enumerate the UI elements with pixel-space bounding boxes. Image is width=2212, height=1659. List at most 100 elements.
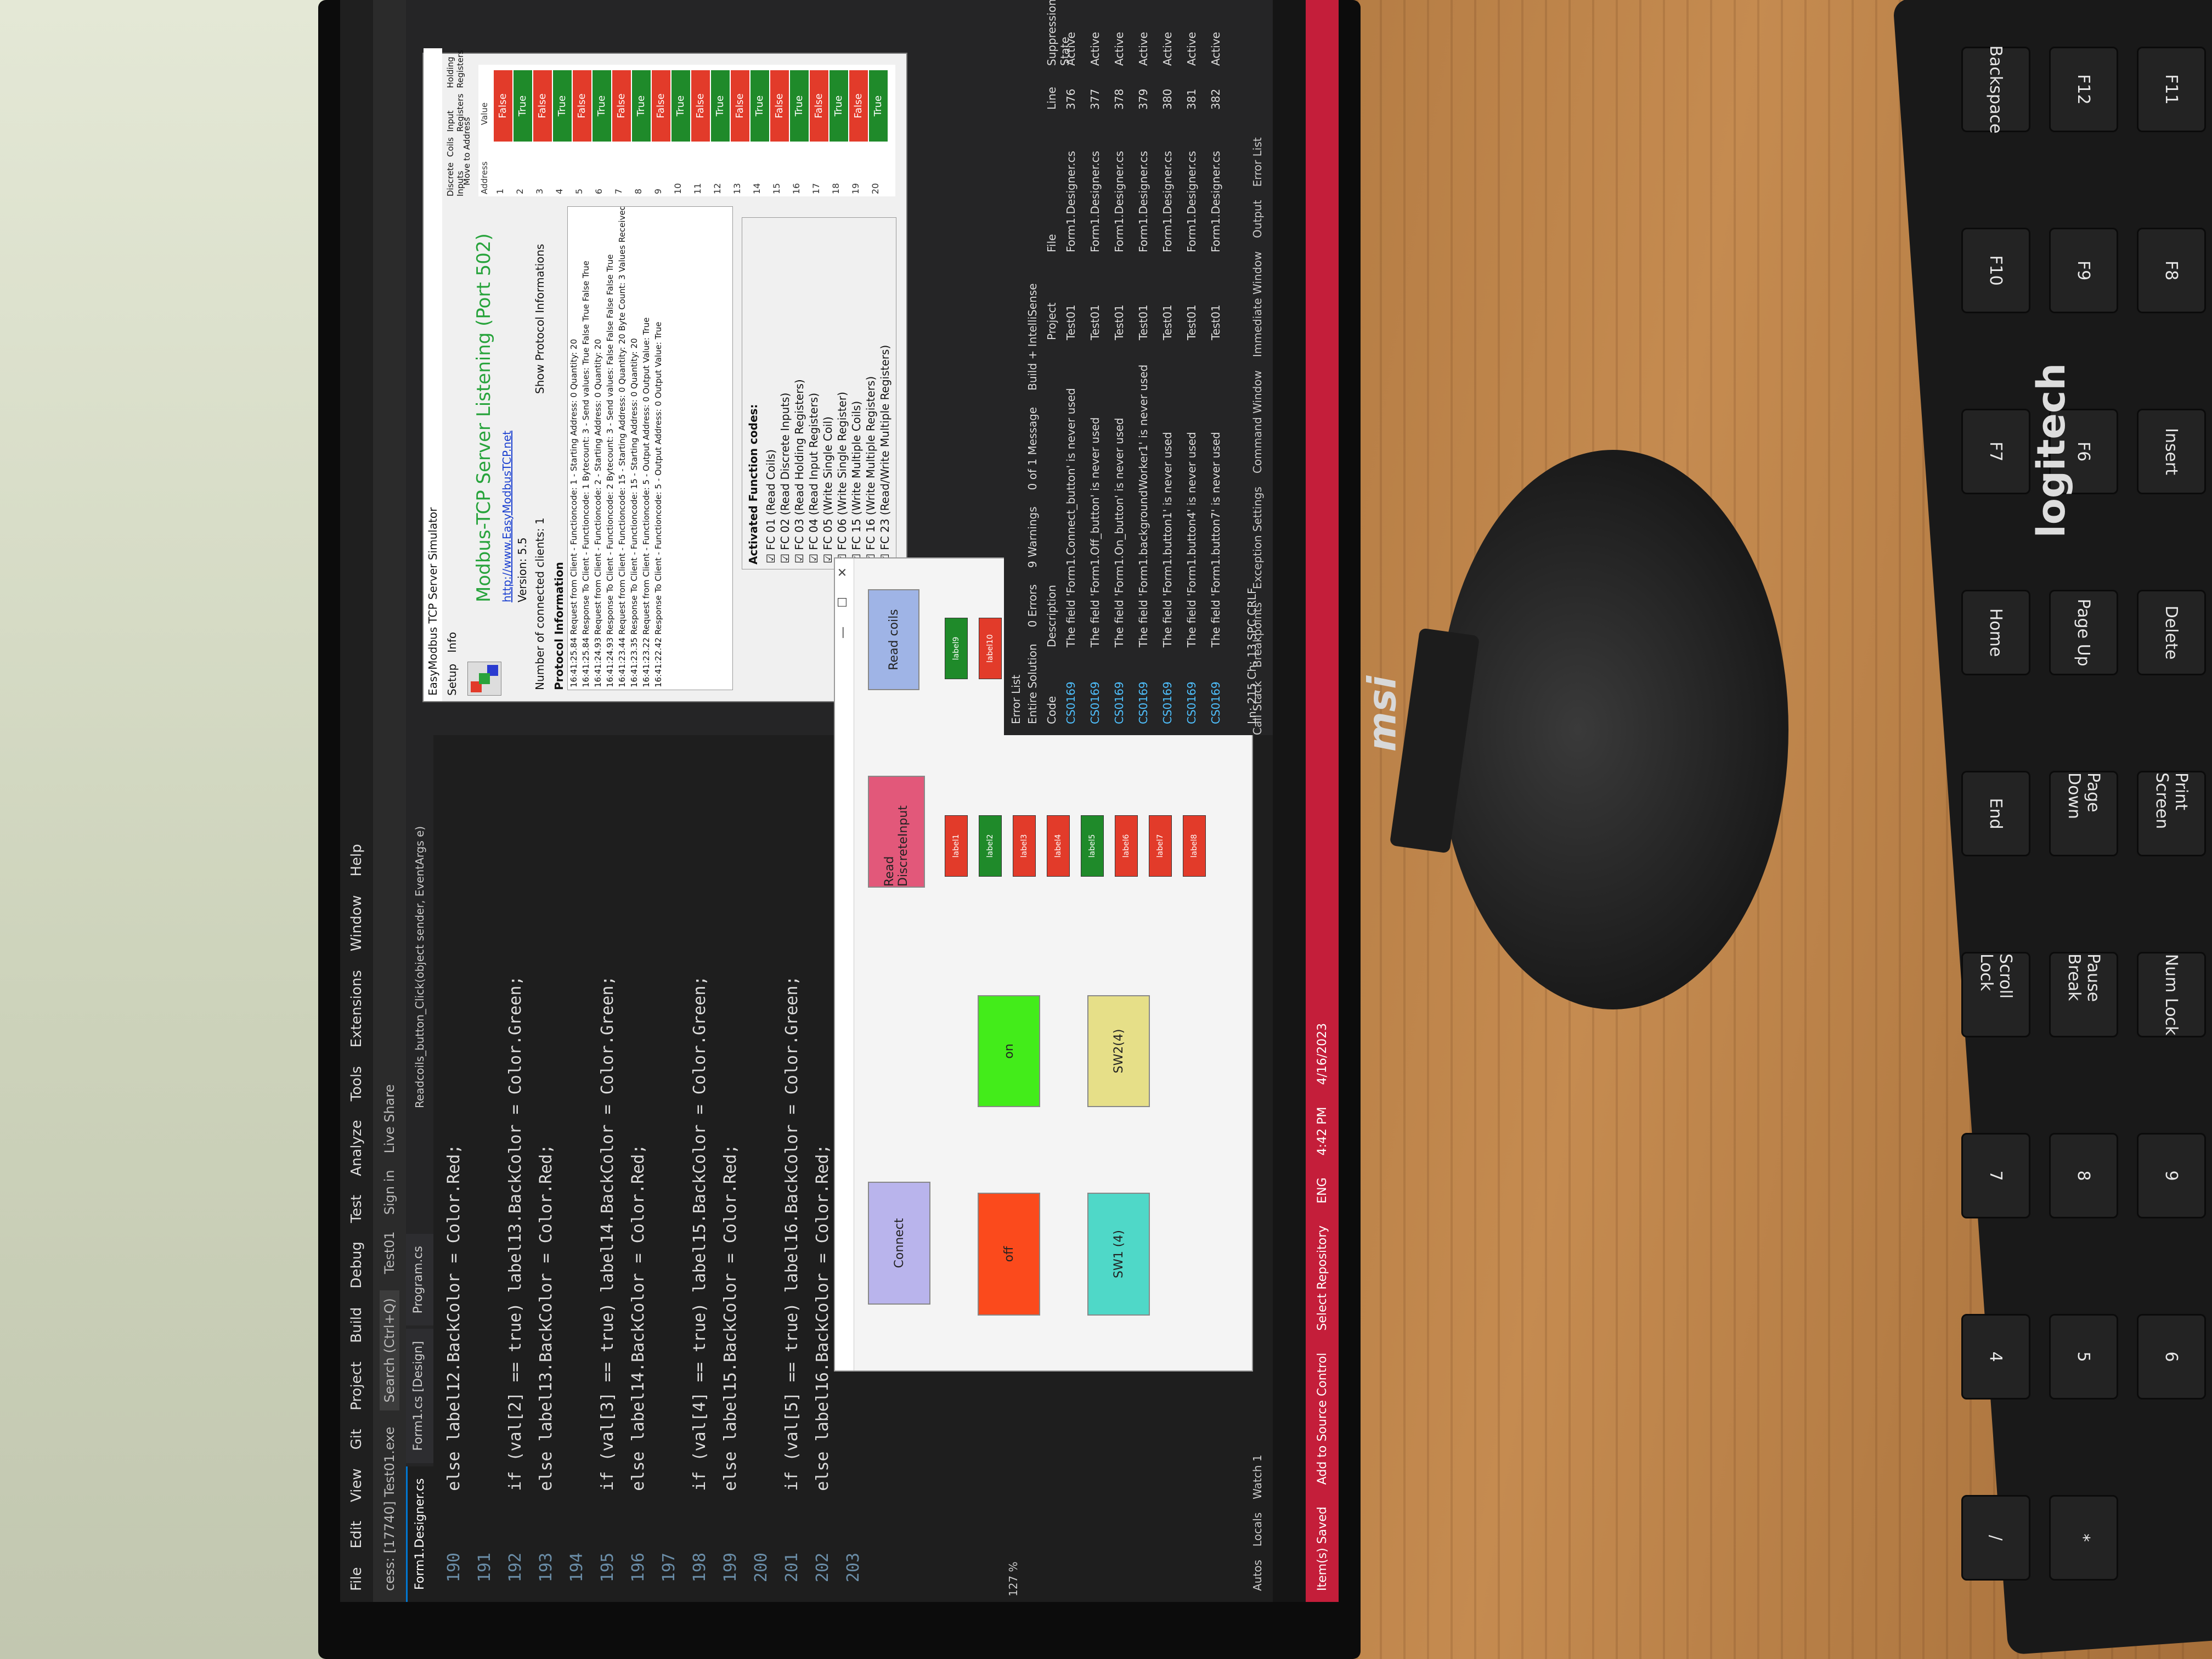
error-cell-desc[interactable]: The field 'Form1.Off_button' is never us… xyxy=(1088,417,1102,647)
error-cell-proj[interactable]: Test01 xyxy=(1137,304,1150,340)
bottom-tab[interactable]: Exception Settings xyxy=(1251,487,1264,589)
sim-menu-setup[interactable]: Setup xyxy=(445,664,459,696)
error-cell-file[interactable]: Form1.Designer.cs xyxy=(1137,151,1150,252)
menu-item-debug[interactable]: Debug xyxy=(348,1242,365,1289)
debug-tab[interactable]: Autos xyxy=(1251,1560,1264,1591)
error-cell-desc[interactable]: The field 'Form1.On_button' is never use… xyxy=(1113,418,1126,647)
grid-value[interactable]: True xyxy=(751,70,769,142)
grid-value[interactable]: True xyxy=(553,70,572,142)
errors-filter[interactable]: 0 Errors xyxy=(1026,584,1039,627)
off-button[interactable]: off xyxy=(978,1193,1040,1316)
error-cell-state[interactable]: Active xyxy=(1161,32,1174,66)
debug-tab[interactable]: Locals xyxy=(1251,1513,1264,1547)
error-header[interactable]: File xyxy=(1045,234,1058,252)
fc-checkbox[interactable]: ☑ FC 02 (Read Discrete Inputs) xyxy=(778,223,792,563)
code-line[interactable]: else label12.BackColor = Color.Red; xyxy=(444,1144,464,1531)
checkbox-icon[interactable]: ☑ xyxy=(793,550,806,563)
grid-value[interactable]: False xyxy=(494,70,512,142)
sim-show-protocol[interactable]: Show Protocol Informations xyxy=(533,244,546,394)
error-cell-proj[interactable]: Test01 xyxy=(1088,304,1102,340)
grid-value[interactable]: False xyxy=(612,70,631,142)
menu-item-analyze[interactable]: Analyze xyxy=(348,1120,365,1176)
code-line[interactable]: if (val[2] == true) label13.BackColor = … xyxy=(506,976,525,1531)
maximize-icon[interactable]: ☐ xyxy=(836,597,850,608)
tab-1[interactable]: Form1.cs [Design] xyxy=(406,1329,433,1463)
bottom-tab[interactable]: Breakpoints xyxy=(1251,602,1264,668)
error-cell-line[interactable]: 376 xyxy=(1064,89,1077,110)
add-source-control-button[interactable]: Add to Source Control xyxy=(1316,1353,1329,1485)
grid-value[interactable]: True xyxy=(869,70,888,142)
error-cell-code[interactable]: CS0169 xyxy=(1185,681,1198,724)
error-cell-desc[interactable]: The field 'Form1.Connect_button' is neve… xyxy=(1064,388,1077,647)
code-line[interactable]: if (val[5] == true) label16.BackColor = … xyxy=(782,976,802,1531)
error-cell-file[interactable]: Form1.Designer.cs xyxy=(1185,151,1198,252)
error-cell-desc[interactable]: The field 'Form1.button1' is never used xyxy=(1161,432,1174,647)
error-cell-proj[interactable]: Test01 xyxy=(1209,304,1222,340)
error-cell-code[interactable]: CS0169 xyxy=(1137,681,1150,724)
sign-in-link[interactable]: Sign in xyxy=(382,1170,397,1215)
tab-0[interactable]: Form1.Designer.cs xyxy=(406,1466,433,1602)
error-header[interactable]: Line xyxy=(1045,87,1058,110)
menu-item-test[interactable]: Test xyxy=(348,1195,365,1223)
grid-value[interactable]: False xyxy=(573,70,591,142)
sim-coil-grid[interactable]: Address Value 1 False 2 True 3 False 4 True 5 Fal… xyxy=(478,65,895,196)
error-cell-state[interactable]: Active xyxy=(1113,32,1126,66)
fc-checkbox[interactable]: ☑ FC 16 (Write Multiple Registers) xyxy=(864,223,877,563)
grid-value[interactable]: True xyxy=(632,70,651,142)
error-cell-proj[interactable]: Test01 xyxy=(1064,304,1077,340)
menu-item-edit[interactable]: Edit xyxy=(348,1521,365,1548)
error-cell-state[interactable]: Active xyxy=(1209,32,1222,66)
grid-value[interactable]: False xyxy=(533,70,552,142)
on-button[interactable]: on xyxy=(978,995,1040,1107)
menu-item-view[interactable]: View xyxy=(348,1468,365,1502)
grid-value[interactable]: False xyxy=(849,70,868,142)
sim-protocol-log[interactable]: 16:41:25.84 Request from Client - Functi… xyxy=(567,206,733,690)
fc-checkbox[interactable]: ☑ FC 04 (Read Input Registers) xyxy=(807,223,820,563)
sim-link[interactable]: http://www.EasyModbusTCP.net xyxy=(500,431,514,602)
build-select[interactable]: Build + IntelliSense xyxy=(1026,283,1039,390)
grid-tab[interactable]: Holding Registers xyxy=(445,50,465,88)
menu-item-project[interactable]: Project xyxy=(348,1362,365,1410)
live-share-button[interactable]: Live Share xyxy=(382,1085,397,1154)
error-cell-file[interactable]: Form1.Designer.cs xyxy=(1064,151,1077,252)
error-cell-file[interactable]: Form1.Designer.cs xyxy=(1209,151,1222,252)
error-cell-state[interactable]: Active xyxy=(1064,32,1077,66)
bottom-tab[interactable]: Error List xyxy=(1251,137,1264,187)
error-cell-proj[interactable]: Test01 xyxy=(1161,304,1174,340)
read-coils-button[interactable]: Read coils xyxy=(868,589,919,690)
code-line[interactable]: else label14.BackColor = Color.Red; xyxy=(629,1144,648,1531)
grid-value[interactable]: True xyxy=(711,70,730,142)
bottom-tab[interactable]: Immediate Window xyxy=(1251,251,1264,357)
error-cell-line[interactable]: 377 xyxy=(1088,89,1102,110)
fc-checkbox[interactable]: ☑ FC 01 (Read Coils) xyxy=(764,223,777,563)
grid-value[interactable]: True xyxy=(592,70,611,142)
error-cell-line[interactable]: 380 xyxy=(1161,89,1174,110)
read-discrete-button[interactable]: Read DiscreteInput xyxy=(868,776,925,888)
grid-value[interactable]: False xyxy=(770,70,789,142)
bottom-tab[interactable]: Command Window xyxy=(1251,370,1264,473)
code-line[interactable]: else label16.BackColor = Color.Red; xyxy=(813,1144,832,1531)
error-cell-code[interactable]: CS0169 xyxy=(1209,681,1222,724)
fc-checkbox[interactable]: ☑ FC 05 (Write Single Coil) xyxy=(821,223,834,563)
debug-tab[interactable]: Watch 1 xyxy=(1251,1455,1264,1499)
error-cell-code[interactable]: CS0169 xyxy=(1064,681,1077,724)
error-cell-line[interactable]: 378 xyxy=(1113,89,1126,110)
code-line[interactable]: else label13.BackColor = Color.Red; xyxy=(537,1144,556,1531)
menu-item-file[interactable]: File xyxy=(348,1567,365,1591)
code-line[interactable]: if (val[4] == true) label15.BackColor = … xyxy=(690,976,709,1531)
error-cell-file[interactable]: Form1.Designer.cs xyxy=(1161,151,1174,252)
error-cell-code[interactable]: CS0169 xyxy=(1113,681,1126,724)
sw2-button[interactable]: SW2(4) xyxy=(1087,995,1150,1107)
tab-2[interactable]: Program.cs xyxy=(406,1234,433,1326)
sw1-button[interactable]: SW1 (4) xyxy=(1087,1193,1150,1316)
select-repo-button[interactable]: Select Repository xyxy=(1316,1226,1329,1331)
grid-value[interactable]: False xyxy=(652,70,670,142)
grid-value[interactable]: False xyxy=(731,70,749,142)
connect-button[interactable]: Connect xyxy=(868,1182,930,1305)
grid-value[interactable]: False xyxy=(810,70,828,142)
scope-select[interactable]: Entire Solution xyxy=(1026,644,1039,724)
checkbox-icon[interactable]: ☑ xyxy=(821,550,834,563)
menu-item-help[interactable]: Help xyxy=(348,844,365,876)
method-breadcrumb[interactable]: Readcoils_button_Click(object sender, Ev… xyxy=(406,826,433,1108)
messages-filter[interactable]: 0 of 1 Message xyxy=(1026,407,1039,490)
